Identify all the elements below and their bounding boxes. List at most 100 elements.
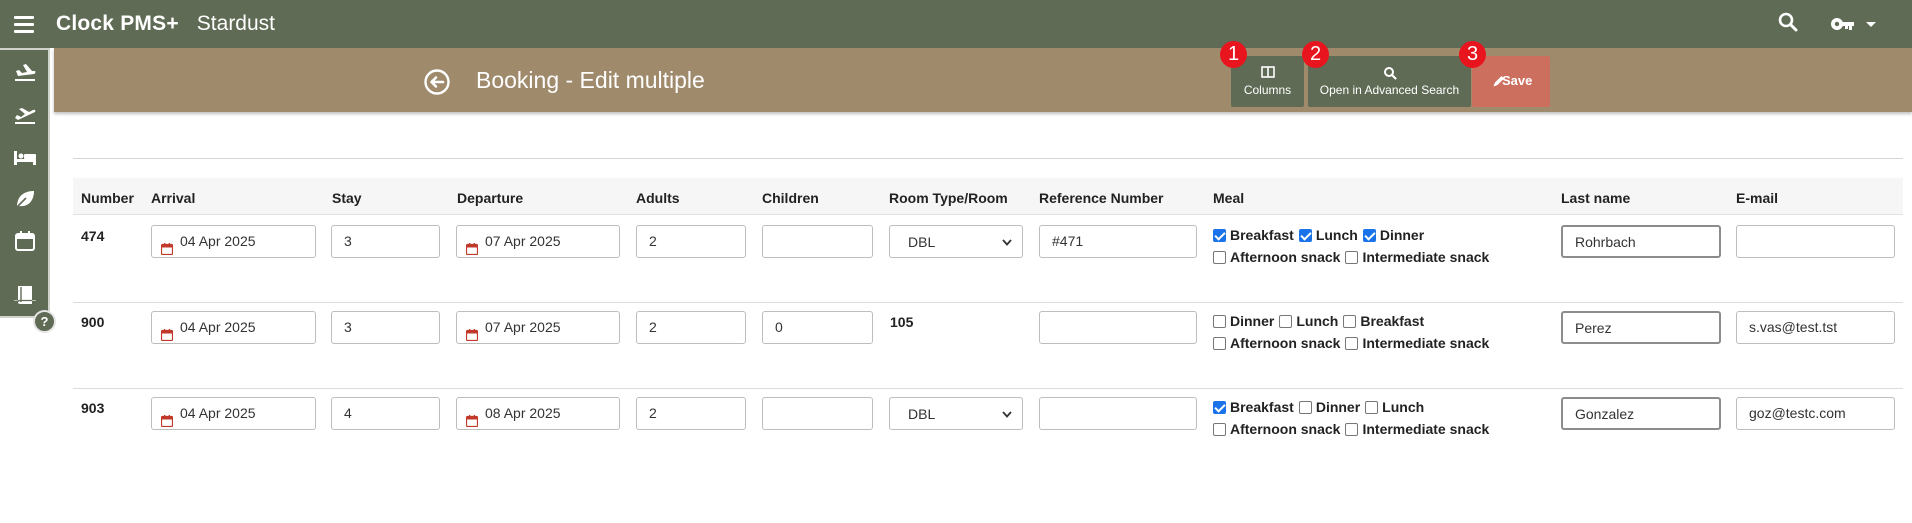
meal-label: Afternoon snack — [1230, 335, 1341, 351]
search-icon — [1383, 67, 1397, 80]
adults-input[interactable]: 2 — [636, 225, 746, 258]
email-input[interactable] — [1736, 225, 1895, 258]
meal-label: Intermediate snack — [1362, 249, 1490, 265]
arrivals-plane-icon[interactable] — [12, 60, 38, 86]
meal-label: Lunch — [1382, 399, 1425, 415]
meal-line: Afternoon snack Intermediate snack — [1213, 335, 1489, 351]
meal-checkbox[interactable] — [1298, 228, 1312, 242]
room-type-select[interactable]: DBL — [889, 225, 1023, 258]
arrival-date-input-value: 04 Apr 2025 — [180, 319, 256, 335]
meal-line: Breakfast Lunch Dinner — [1213, 227, 1424, 243]
help-button[interactable]: ? — [33, 310, 56, 333]
col-adults: Adults — [636, 190, 680, 206]
meal-line: Breakfast Dinner Lunch — [1213, 399, 1424, 415]
meal-checkbox[interactable] — [1213, 422, 1226, 436]
hotel-name: Stardust — [196, 12, 276, 35]
reference-number-input[interactable] — [1039, 311, 1197, 344]
meal-checkbox[interactable] — [1213, 228, 1226, 242]
departures-plane-icon[interactable] — [12, 102, 38, 128]
bed-icon[interactable] — [12, 144, 38, 170]
children-input[interactable] — [762, 397, 873, 430]
col-meal: Meal — [1213, 190, 1245, 206]
adults-input[interactable]: 2 — [636, 397, 746, 430]
calendar-icon — [465, 235, 479, 256]
search-icon[interactable] — [1776, 10, 1804, 38]
stay-input-value: 3 — [344, 319, 352, 335]
meal-checkbox[interactable] — [1345, 422, 1359, 436]
col-room-type: Room Type/Room — [889, 190, 1008, 206]
col-children: Children — [762, 190, 819, 206]
arrival-date-input-value: 04 Apr 2025 — [180, 233, 256, 249]
meal-checkbox[interactable] — [1345, 250, 1359, 264]
departure-date-input[interactable]: 07 Apr 2025 — [456, 225, 620, 258]
stay-input-value: 4 — [344, 405, 352, 421]
meal-label: Afternoon snack — [1230, 421, 1341, 437]
hamburger-menu-icon[interactable] — [14, 11, 40, 37]
calendar-icon — [160, 235, 174, 256]
meal-checkbox[interactable] — [1213, 314, 1226, 328]
stay-input[interactable]: 3 — [331, 225, 440, 258]
meal-checkbox[interactable] — [1298, 400, 1312, 414]
children-input[interactable]: 0 — [762, 311, 873, 344]
stay-input[interactable]: 3 — [331, 311, 440, 344]
reference-number-input[interactable] — [1039, 397, 1197, 430]
meal-options: Breakfast Lunch Dinner Afternoon snack Inter… — [1213, 227, 1543, 271]
meal-checkbox[interactable] — [1213, 400, 1226, 414]
row-divider — [73, 388, 1903, 389]
departure-date-input[interactable]: 08 Apr 2025 — [456, 397, 620, 430]
col-number: Number — [81, 190, 134, 206]
advanced-search-button[interactable]: Open in Advanced Search — [1308, 56, 1471, 107]
room-type-value: DBL — [908, 234, 936, 250]
sidebar — [0, 48, 50, 318]
last-name-input[interactable]: Rohrbach — [1561, 225, 1721, 258]
chevron-down-icon — [1866, 22, 1876, 27]
stay-input[interactable]: 4 — [331, 397, 440, 430]
calendar-icon[interactable] — [12, 228, 38, 254]
meal-checkbox[interactable] — [1213, 336, 1226, 350]
save-button[interactable]: Save — [1472, 56, 1550, 107]
meal-checkbox[interactable] — [1279, 314, 1293, 328]
book-icon[interactable] — [12, 282, 38, 308]
meal-label: Dinner — [1230, 313, 1275, 329]
meal-label: Breakfast — [1360, 313, 1425, 329]
meal-checkbox[interactable] — [1213, 250, 1226, 264]
email-input[interactable]: goz@testc.com — [1736, 397, 1895, 430]
arrival-date-input[interactable]: 04 Apr 2025 — [151, 225, 316, 258]
departure-date-input[interactable]: 07 Apr 2025 — [456, 311, 620, 344]
meal-options: Dinner Lunch Breakfast Afternoon snack Inter… — [1213, 313, 1543, 357]
meal-checkbox[interactable] — [1362, 228, 1376, 242]
key-icon — [1831, 18, 1854, 30]
step-badge-2: 2 — [1302, 41, 1329, 68]
arrival-date-input[interactable]: 04 Apr 2025 — [151, 397, 316, 430]
children-input[interactable] — [762, 225, 873, 258]
meal-label: Lunch — [1296, 313, 1339, 329]
leaf-icon[interactable] — [12, 186, 38, 212]
meal-label: Breakfast — [1230, 227, 1294, 243]
page-title: Booking - Edit multiple — [476, 67, 705, 93]
meal-options: Breakfast Dinner Lunch Afternoon snack Inter… — [1213, 399, 1543, 443]
last-name-input-value: Rohrbach — [1575, 234, 1636, 250]
meal-checkbox[interactable] — [1343, 314, 1357, 328]
col-stay: Stay — [332, 190, 362, 206]
meal-label: Lunch — [1315, 227, 1358, 243]
adults-input[interactable]: 2 — [636, 311, 746, 344]
arrival-date-input[interactable]: 04 Apr 2025 — [151, 311, 316, 344]
reference-number-input-value: #471 — [1052, 233, 1084, 249]
adults-input-value: 2 — [649, 319, 657, 335]
col-arrival: Arrival — [151, 190, 196, 206]
last-name-input[interactable]: Perez — [1561, 311, 1721, 344]
departure-date-input-value: 07 Apr 2025 — [485, 319, 561, 335]
reference-number-input[interactable]: #471 — [1039, 225, 1197, 258]
children-input-value: 0 — [775, 319, 783, 335]
email-input[interactable]: s.vas@test.tst — [1736, 311, 1895, 344]
meal-label: Breakfast — [1230, 399, 1294, 415]
room-type-select[interactable]: DBL — [889, 397, 1023, 430]
adults-input-value: 2 — [649, 233, 657, 249]
meal-checkbox[interactable] — [1365, 400, 1379, 414]
key-menu-button[interactable] — [1830, 10, 1882, 38]
meal-checkbox[interactable] — [1345, 336, 1359, 350]
last-name-input[interactable]: Gonzalez — [1561, 397, 1721, 430]
back-circle-icon[interactable] — [423, 68, 451, 96]
col-email: E-mail — [1736, 190, 1779, 206]
email-input-value: goz@testc.com — [1749, 405, 1846, 421]
